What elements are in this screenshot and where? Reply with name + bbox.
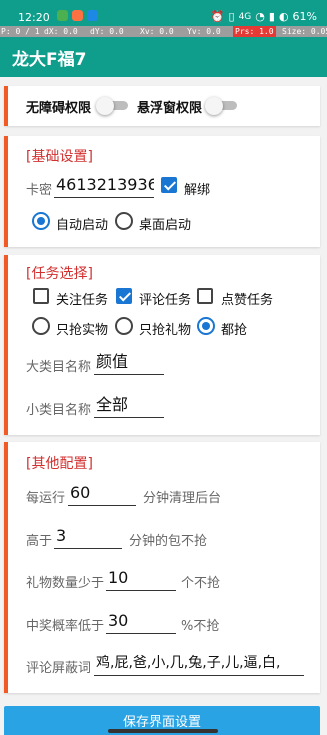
- debug-size: Size: 0.05: [282, 27, 327, 36]
- follow-task-checkbox[interactable]: [33, 288, 49, 304]
- basic-settings-card: [基础设置] 卡密 4613213936 解绑 自动启动 桌面启动: [4, 136, 320, 247]
- auto-start-label: 自动启动: [56, 218, 109, 233]
- above-minutes-suffix: 分钟的包不抢: [129, 534, 208, 549]
- status-time: 12:20: [18, 11, 50, 24]
- debug-yv: Yv: 0.0: [187, 27, 221, 36]
- win-probability-suffix: %不抢: [181, 619, 220, 634]
- card-key-input[interactable]: 4613213936: [54, 174, 154, 198]
- other-config-card: [其他配置] 每运行 60 分钟清理后台 高于 3 分钟的包不抢 礼物数量少于 …: [4, 442, 320, 693]
- comment-task-label: 评论任务: [139, 293, 192, 308]
- app-title: 龙大F福7: [12, 50, 87, 70]
- accessibility-permission-switch[interactable]: [96, 97, 130, 115]
- only-gift-label: 只抢礼物: [139, 323, 192, 338]
- switch-thumb: [96, 97, 114, 115]
- minor-category-label: 小类目名称: [26, 403, 92, 418]
- pointer-location-bar: P: 0 / 1 dX: 0.0 dY: 0.0 Xv: 0.0 Yv: 0.0…: [0, 26, 327, 37]
- desktop-start-label: 桌面启动: [139, 218, 192, 233]
- major-category-input[interactable]: 颜值: [94, 351, 164, 375]
- overlay-permission-switch[interactable]: [205, 97, 239, 115]
- permissions-card: 无障碍权限 悬浮窗权限: [4, 86, 320, 126]
- follow-task-label: 关注任务: [56, 293, 109, 308]
- all-radio[interactable]: [197, 317, 215, 335]
- battery-percent: 61%: [292, 10, 317, 23]
- alarm-icon: ⏰: [210, 10, 225, 23]
- debug-prs: Prs: 1.0: [233, 26, 276, 37]
- debug-dy: dY: 0.0: [90, 27, 124, 36]
- debug-dx: dX: 0.0: [44, 27, 78, 36]
- home-indicator[interactable]: [108, 729, 218, 733]
- win-probability-prefix: 中奖概率低于: [26, 619, 105, 634]
- all-label: 都抢: [221, 323, 248, 338]
- like-task-checkbox[interactable]: [197, 288, 213, 304]
- only-item-radio[interactable]: [32, 317, 50, 335]
- network-label: 4G: [238, 11, 252, 22]
- wifi-icon: ◔: [255, 10, 265, 23]
- vibrate-icon: ▯: [228, 10, 235, 23]
- battery-icon: ◐: [278, 10, 289, 23]
- status-bar: 12:20 ⏰ ▯ 4G ◔ ▮ ◐ 61%: [0, 0, 327, 26]
- only-gift-radio[interactable]: [115, 317, 133, 335]
- task-selection-card: [任务选择] 关注任务 评论任务 点赞任务 只抢实物 只抢礼物 都抢 大类目名称…: [4, 255, 320, 435]
- status-right: ⏰ ▯ 4G ◔ ▮ ◐ 61%: [211, 10, 317, 23]
- app-bar: 龙大F福7: [0, 37, 327, 77]
- gift-count-suffix: 个不抢: [181, 576, 221, 591]
- like-task-label: 点赞任务: [221, 293, 274, 308]
- unbind-checkbox[interactable]: [161, 177, 177, 193]
- above-minutes-input[interactable]: 3: [54, 525, 122, 549]
- app-icon: [87, 10, 98, 21]
- auto-start-radio[interactable]: [32, 212, 50, 230]
- debug-p: P: 0 / 1: [1, 27, 40, 36]
- run-interval-suffix: 分钟清理后台: [143, 491, 222, 506]
- overlay-permission-label: 悬浮窗权限: [137, 101, 203, 116]
- basic-settings-title: [基础设置]: [26, 149, 93, 165]
- major-category-label: 大类目名称: [26, 360, 92, 375]
- other-config-title: [其他配置]: [26, 456, 93, 472]
- debug-xv: Xv: 0.0: [140, 27, 174, 36]
- unbind-label: 解绑: [184, 183, 211, 198]
- minor-category-input[interactable]: 全部: [94, 394, 164, 418]
- task-selection-title: [任务选择]: [26, 266, 93, 282]
- notification-icons: [57, 10, 98, 21]
- switch-thumb: [205, 97, 223, 115]
- run-interval-prefix: 每运行: [26, 491, 66, 506]
- win-probability-input[interactable]: 30: [106, 610, 176, 634]
- signal-icon: ▮: [268, 10, 275, 23]
- sound-icon: [72, 10, 83, 21]
- desktop-start-radio[interactable]: [115, 212, 133, 230]
- accessibility-permission-label: 无障碍权限: [26, 101, 92, 116]
- comment-task-checkbox[interactable]: [116, 288, 132, 304]
- gift-count-prefix: 礼物数量少于: [26, 576, 105, 591]
- comment-block-words-input[interactable]: 鸡,屁,爸,小,几,兔,子,儿,逼,白,: [94, 652, 304, 676]
- only-item-label: 只抢实物: [56, 323, 109, 338]
- above-minutes-prefix: 高于: [26, 534, 53, 549]
- run-interval-input[interactable]: 60: [68, 482, 136, 506]
- card-key-label: 卡密: [26, 183, 53, 198]
- message-icon: [57, 10, 68, 21]
- comment-block-words-label: 评论屏蔽词: [26, 661, 92, 676]
- gift-count-input[interactable]: 10: [106, 567, 176, 591]
